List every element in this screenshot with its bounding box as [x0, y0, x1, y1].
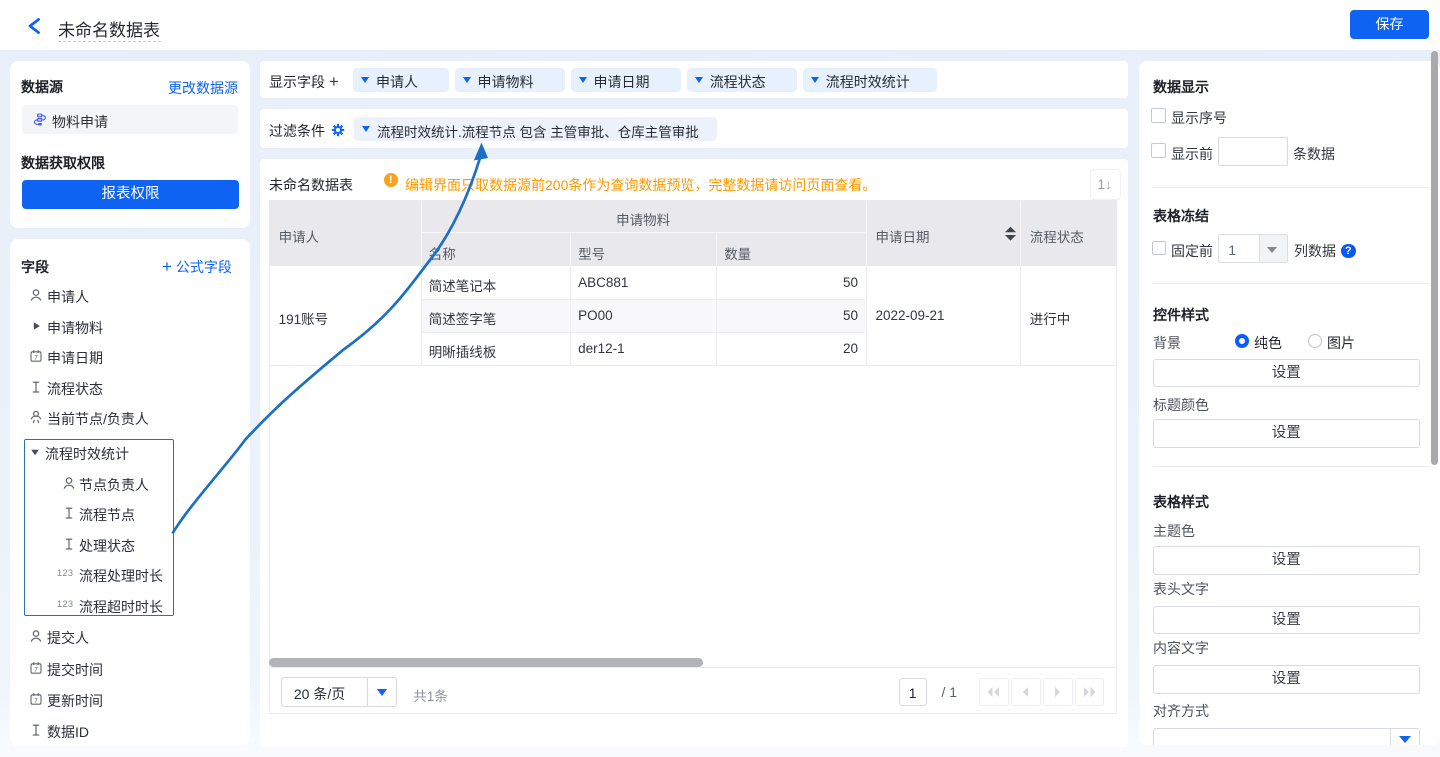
svg-text:7: 7	[34, 697, 38, 704]
svg-text:7: 7	[34, 666, 38, 673]
svg-text:7: 7	[34, 355, 38, 362]
